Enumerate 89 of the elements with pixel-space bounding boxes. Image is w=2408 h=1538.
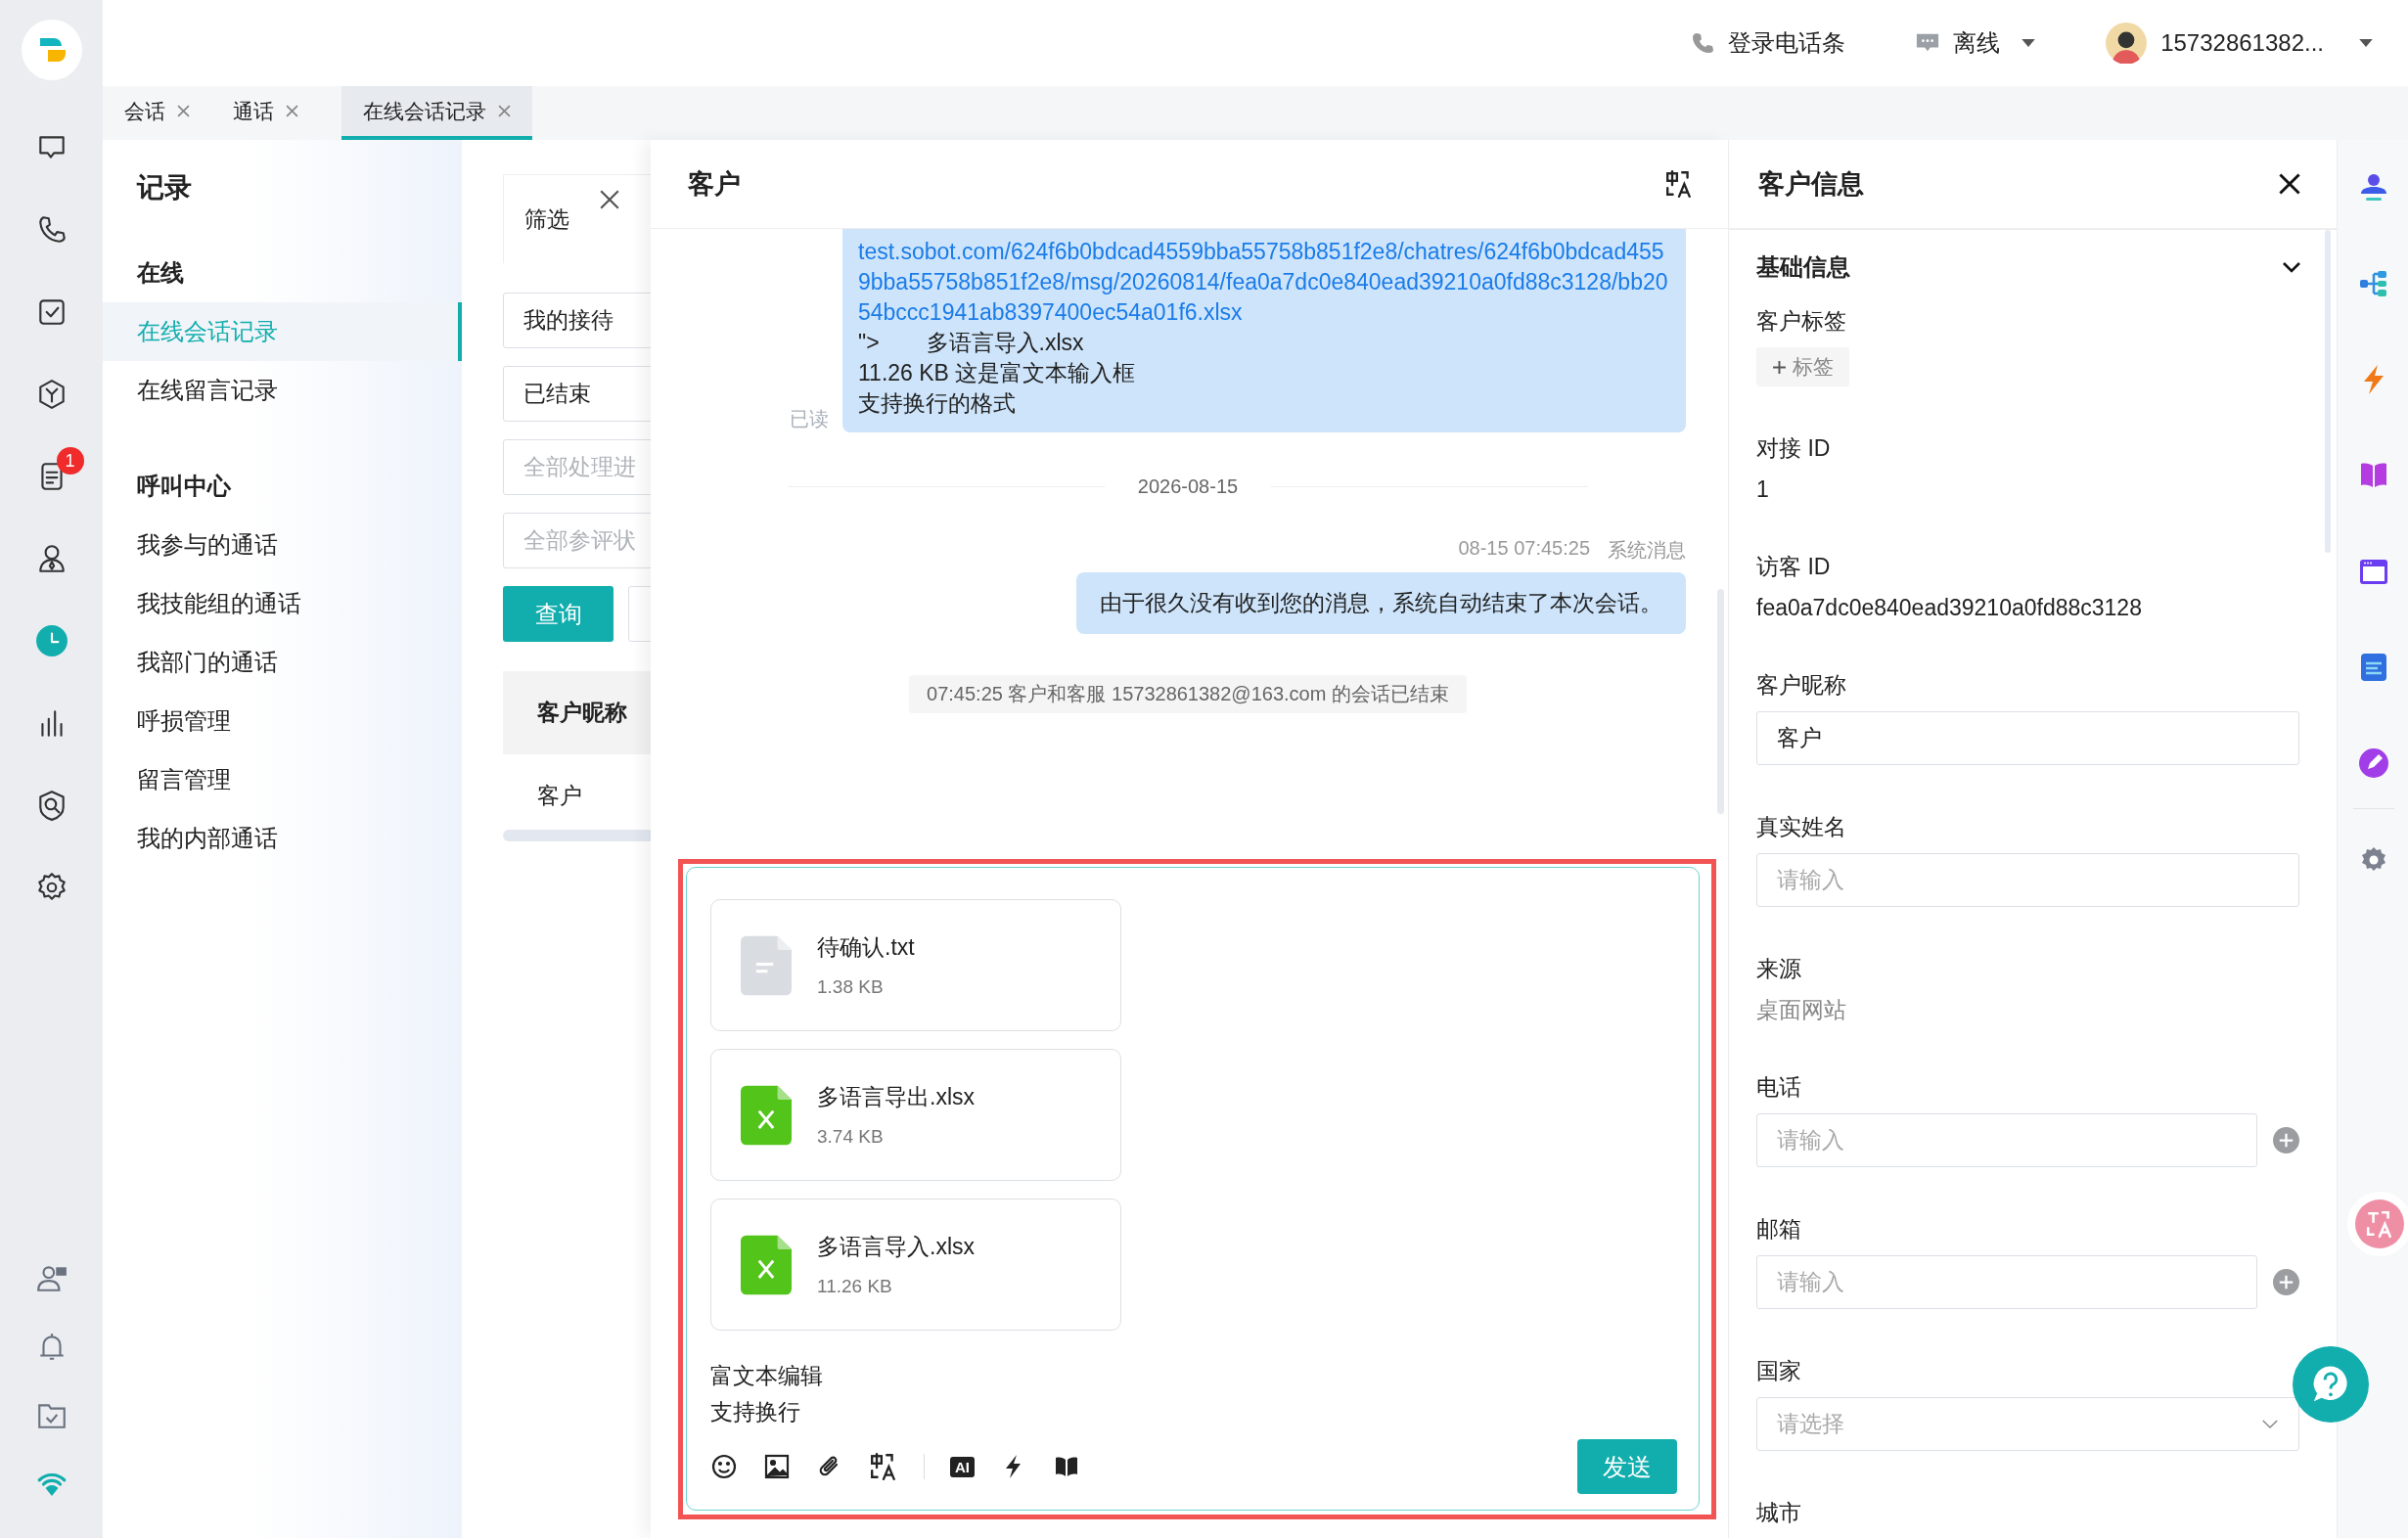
sidebar-item[interactable]: 在线留言记录 [103,361,462,420]
phone-bar-link[interactable]: 登录电话条 [1728,27,1846,59]
message-text: 11.26 KB 这是富文本输入框 [858,359,1137,387]
message-editor[interactable]: 待确认.txt 1.38 KB 多语言导出.xlsx 3.74 KB 多语言导入.xlsx 11.26 KB 富文本编辑 支持换行 AI 发送 [686,867,1700,1511]
field-label: 电话 [1756,1073,1802,1102]
file-name: 待确认.txt [817,933,915,962]
hierarchy-icon[interactable] [2357,268,2389,299]
message-text: "> [858,330,880,355]
phone-icon [1691,31,1715,55]
status-dropdown[interactable]: 离线 [1953,27,2001,59]
avatar[interactable] [2106,23,2148,64]
panel-title: 客户信息 [1758,168,1864,201]
image-icon[interactable] [763,1453,791,1480]
editor-text: 支持换行 [710,1398,801,1426]
sidebar-item[interactable]: 呼损管理 [103,692,462,750]
system-note: 07:45:25 客户和客服 15732861382@163.com 的会话已结束 [909,675,1467,713]
clock-icon[interactable] [34,624,68,657]
scrollbar[interactable] [1717,589,1724,814]
field-value: 桌面网站 [1756,996,1847,1024]
file-card[interactable]: 多语言导入.xlsx 11.26 KB [710,1199,1121,1331]
ai-button[interactable]: AI [950,1456,975,1477]
field-label: 城市 [1756,1499,1802,1527]
tab-label: 在线会话记录 [363,98,486,124]
sidebar-item[interactable]: 我技能组的通话 [103,574,462,633]
plus-icon [1772,359,1787,375]
message-text: 由于很久没有收到您的消息，系统自动结束了本次会话。 [1100,590,1662,615]
read-status: 已读 [790,407,829,431]
scrollbar[interactable] [2325,230,2331,553]
file-name: 多语言导入.xlsx [817,1233,975,1261]
field-value: fea0a7dc0e840ead39210a0fd88c3128 [1756,594,2143,622]
field-label: 客户昵称 [1756,671,1847,700]
chevron-icon[interactable] [2282,261,2301,273]
user-name[interactable]: 15732861382... [2160,29,2324,57]
close-icon[interactable] [2278,172,2301,196]
file-name: 多语言导入.xlsx [926,330,1084,355]
input-field[interactable]: 请输入 [1756,1113,2257,1167]
edit-icon[interactable] [2357,747,2389,779]
tab[interactable]: 在线会话记录 [341,86,532,140]
field-label: 来源 [1756,955,1802,983]
spreadsheet-file-icon [741,1084,792,1146]
tab[interactable]: 通话 [233,86,320,140]
input-field[interactable]: 请输入 [1756,853,2299,907]
column-header: 客户昵称 [503,671,651,754]
input-field[interactable]: 客户 [1756,711,2299,765]
add-icon[interactable] [2273,1127,2299,1154]
translate-icon[interactable] [1664,169,1694,199]
field-label: 访客 ID [1756,553,1832,581]
chat-title: 客户 [688,168,741,201]
spreadsheet-file-icon [741,1234,792,1295]
input-field[interactable]: 请输入 [1756,1255,2257,1309]
scrollbar[interactable] [503,830,651,841]
section-heading: 在线 [135,258,185,288]
tab-label: 会话 [124,98,165,124]
notification-badge: 1 [56,447,84,475]
caret-icon[interactable] [2022,38,2036,48]
file-size: 1.38 KB [817,976,885,998]
tab-label: 通话 [233,98,274,124]
message-time: 08-15 07:45:25 [1458,537,1590,561]
message-sender: 系统消息 [1608,538,1686,563]
field-label: 真实姓名 [1756,813,1847,841]
editor-text: 富文本编辑 [710,1362,824,1390]
field-label: 邮箱 [1756,1215,1802,1244]
file-size: 3.74 KB [817,1126,885,1148]
tab[interactable]: 会话 [124,86,211,140]
field-value: 1 [1756,475,1770,504]
sidebar-title: 记录 [135,171,193,204]
field-label: 客户标签 [1756,307,1847,336]
file-card[interactable]: 多语言导出.xlsx 3.74 KB [710,1049,1121,1181]
table-cell[interactable]: 客户 [503,754,651,837]
file-card[interactable]: 待确认.txt 1.38 KB [710,899,1121,1031]
sidebar-item[interactable]: 我部门的通话 [103,633,462,692]
close-icon[interactable] [599,189,620,210]
sidebar-item[interactable]: 留言管理 [103,750,462,809]
section-heading: 基础信息 [1756,252,1850,282]
file-name: 多语言导出.xlsx [817,1083,975,1111]
file-size: 11.26 KB [817,1276,893,1297]
emoji-icon[interactable] [710,1453,738,1480]
section-heading: 呼叫中心 [136,472,232,501]
caret-icon[interactable] [2359,38,2373,48]
text-file-icon [741,934,792,996]
field-label: 国家 [1756,1357,1802,1385]
field-label: 对接 ID [1756,434,1832,463]
date-divider: 2026-08-15 [1137,475,1239,498]
filter-tab[interactable]: 筛选 [504,204,569,235]
add-icon[interactable] [2273,1269,2299,1295]
translate-icon[interactable] [869,1452,898,1481]
sidebar-item[interactable]: 我参与的通话 [103,516,462,574]
sidebar-item[interactable]: 我的内部通话 [103,809,462,868]
message-text: 支持换行的格式 [858,389,1017,418]
